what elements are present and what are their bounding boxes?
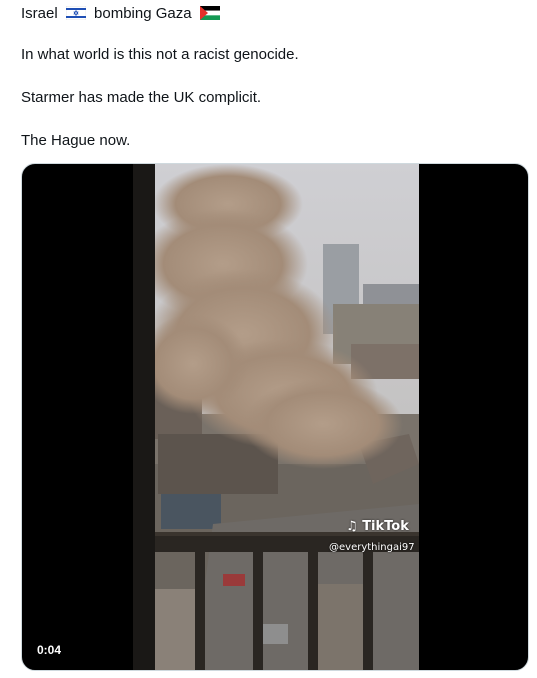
tiktok-watermark: ♫ TikTok — [346, 519, 409, 534]
post-line-1-end: bombing Gaza — [94, 5, 192, 22]
tiktok-brand-label: TikTok — [362, 519, 409, 534]
post-line-3: Starmer has made the UK complicit. — [21, 89, 262, 106]
post-line-1-start: Israel — [21, 5, 58, 22]
video-frame[interactable]: ♫ TikTok @everythingai97 — [133, 164, 419, 670]
post-line-2: In what world is this not a racist genoc… — [21, 46, 299, 63]
tiktok-logo-icon: ♫ — [346, 519, 358, 534]
israel-flag-icon — [65, 6, 86, 20]
video-still-image — [133, 164, 419, 670]
tiktok-handle: @everythingai97 — [329, 542, 415, 553]
post-line-1: Israel bombing Gaza — [21, 4, 224, 24]
video-player[interactable]: ♫ TikTok @everythingai97 0:04 — [21, 163, 529, 671]
video-duration: 0:04 — [31, 640, 68, 660]
palestine-flag-icon — [199, 6, 220, 20]
post-line-4: The Hague now. — [21, 132, 131, 149]
